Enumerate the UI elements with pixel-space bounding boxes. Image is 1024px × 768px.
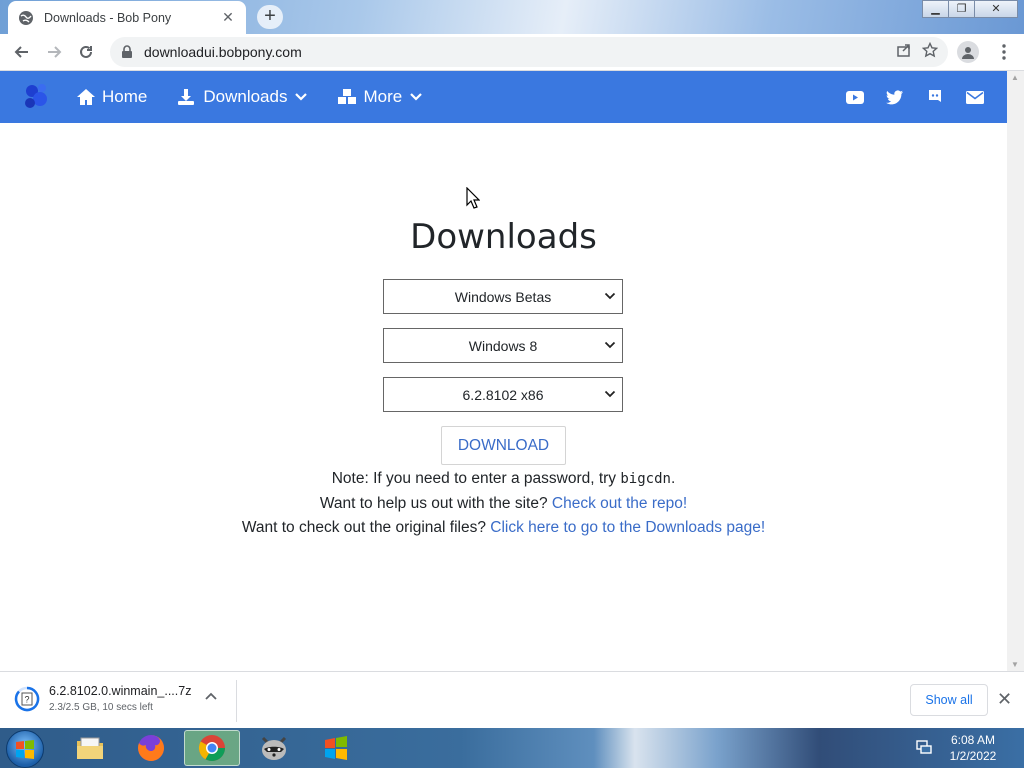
note-prefix: Note: If you need to enter a password, t… xyxy=(331,470,621,487)
restore-button[interactable]: ❐ xyxy=(948,0,974,18)
version-select[interactable]: Windows 8 xyxy=(383,328,623,363)
repo-link[interactable]: Check out the repo! xyxy=(552,495,687,512)
download-status: 2.3/2.5 GB, 10 secs left xyxy=(49,702,153,713)
lock-icon xyxy=(120,45,134,59)
profile-icon[interactable] xyxy=(952,36,984,68)
scroll-up-arrow-icon[interactable]: ▲ xyxy=(1011,73,1019,82)
browser-tab-strip: Downloads - Bob Pony ✕ + ▁ ❐ ✕ xyxy=(0,0,1024,34)
chrome-icon[interactable] xyxy=(184,730,240,766)
chevron-down-icon xyxy=(295,93,308,101)
nav-more[interactable]: More xyxy=(337,87,422,107)
bookmark-star-icon[interactable] xyxy=(921,41,939,63)
shelf-divider xyxy=(236,680,237,722)
mouse-cursor-icon xyxy=(466,187,480,209)
envelope-icon[interactable] xyxy=(965,87,985,107)
password-note: Note: If you need to enter a password, t… xyxy=(0,470,1007,488)
browser-tab[interactable]: Downloads - Bob Pony ✕ xyxy=(8,1,246,34)
nav-more-label: More xyxy=(363,87,403,106)
files-text: Want to check out the original files? xyxy=(241,519,491,536)
youtube-icon[interactable] xyxy=(845,87,865,107)
build-select[interactable]: 6.2.8102 x86 xyxy=(383,377,623,412)
windows-flag-icon xyxy=(16,740,34,759)
help-line: Want to help us out with the site? Check… xyxy=(0,495,1007,513)
site-logo[interactable] xyxy=(18,79,54,115)
show-all-button[interactable]: Show all xyxy=(910,684,988,716)
note-suffix: . xyxy=(670,470,676,487)
main-content: Downloads Windows Betas Windows 8 6.2.81… xyxy=(0,123,1007,671)
taskbar-clock[interactable]: 6:08 AM 1/2/2022 xyxy=(940,732,1006,764)
tab-title: Downloads - Bob Pony xyxy=(44,10,172,25)
nav-home-label: Home xyxy=(102,87,148,106)
discord-icon[interactable] xyxy=(925,87,945,107)
chevron-down-icon xyxy=(604,290,616,302)
window-controls: ▁ ❐ ✕ xyxy=(922,0,1018,18)
tab-close-icon[interactable]: ✕ xyxy=(220,9,236,26)
progress-ring-file-icon: ? xyxy=(14,686,40,712)
globe-icon xyxy=(18,10,34,26)
windows-taskbar: 6:08 AM 1/2/2022 xyxy=(0,728,1024,768)
site-navbar: Home Downloads More xyxy=(0,71,1007,123)
build-select-value: 6.2.8102 x86 xyxy=(462,386,544,403)
password-code: bigcdn xyxy=(620,471,671,487)
category-select-value: Windows Betas xyxy=(454,288,552,305)
close-window-button[interactable]: ✕ xyxy=(974,0,1018,18)
chevron-down-icon xyxy=(604,388,616,400)
page-title: Downloads xyxy=(410,217,597,257)
download-item[interactable]: ? 6.2.8102.0.winmain_....7z 2.3/2.5 GB, … xyxy=(14,684,191,713)
minimize-button[interactable]: ▁ xyxy=(922,0,948,18)
scroll-down-arrow-icon[interactable]: ▼ xyxy=(1011,660,1019,669)
clock-date: 1/2/2022 xyxy=(949,749,997,763)
download-icon xyxy=(177,88,197,106)
nav-downloads[interactable]: Downloads xyxy=(177,87,308,107)
chevron-up-icon[interactable] xyxy=(205,692,217,700)
chevron-down-icon xyxy=(604,339,616,351)
network-icon[interactable] xyxy=(916,739,932,760)
back-arrow-icon[interactable] xyxy=(6,36,38,68)
firefox-icon[interactable] xyxy=(123,730,179,766)
downloads-page-link[interactable]: Click here to go to the Downloads page! xyxy=(490,519,765,536)
explorer-icon[interactable] xyxy=(62,730,118,766)
address-bar[interactable]: downloadui.bobpony.com xyxy=(110,37,948,67)
help-text: Want to help us out with the site? xyxy=(319,495,552,512)
url-text: downloadui.bobpony.com xyxy=(144,44,302,60)
category-select[interactable]: Windows Betas xyxy=(383,279,623,314)
twitter-icon[interactable] xyxy=(885,87,905,107)
forward-arrow-icon[interactable] xyxy=(38,36,70,68)
close-shelf-icon[interactable]: ✕ xyxy=(997,689,1012,710)
page-scrollbar[interactable]: ▲ ▼ xyxy=(1007,71,1024,671)
raccoon-icon[interactable] xyxy=(246,730,302,766)
clock-time: 6:08 AM xyxy=(950,733,996,747)
new-tab-button[interactable]: + xyxy=(257,5,283,29)
browser-toolbar: downloadui.bobpony.com xyxy=(0,34,1024,71)
svg-text:?: ? xyxy=(24,694,29,704)
chevron-down-icon xyxy=(410,93,422,101)
download-shelf: ? 6.2.8102.0.winmain_....7z 2.3/2.5 GB, … xyxy=(0,671,1024,728)
nav-home[interactable]: Home xyxy=(76,87,147,107)
share-icon[interactable] xyxy=(896,42,912,63)
download-file-name: 6.2.8102.0.winmain_....7z xyxy=(49,684,192,698)
version-select-value: Windows 8 xyxy=(468,337,538,354)
social-links xyxy=(845,71,985,123)
files-line: Want to check out the original files? Cl… xyxy=(0,519,1007,537)
menu-kebab-icon[interactable] xyxy=(988,36,1020,68)
cubes-icon xyxy=(337,88,357,106)
start-button[interactable] xyxy=(6,730,44,768)
download-button[interactable]: DOWNLOAD xyxy=(441,426,566,465)
windows-logo-icon[interactable] xyxy=(308,730,364,766)
home-icon xyxy=(76,88,96,106)
nav-downloads-label: Downloads xyxy=(203,87,288,106)
reload-icon[interactable] xyxy=(70,36,102,68)
